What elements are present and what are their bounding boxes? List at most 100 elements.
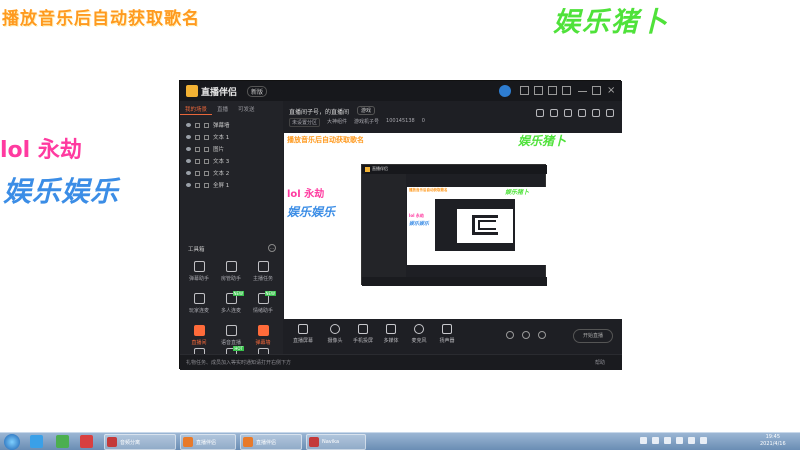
tool-label: 多人连麦 [220, 308, 241, 314]
camera-button[interactable]: 摄像头 [320, 324, 350, 344]
tool-download[interactable] [248, 346, 278, 354]
avatar[interactable] [499, 85, 511, 97]
tool-emotion[interactable]: NEW 情绪助手 [248, 291, 278, 321]
room-header: 直播间子号，的直播间 游戏 未设置分区 大神组件 游戏机子号 100145138… [284, 101, 622, 133]
maximize-icon[interactable] [592, 86, 601, 95]
preview-title-text: 播放音乐后自动获取歌名 [287, 136, 364, 144]
lock-icon[interactable] [195, 170, 200, 176]
control-label: 手机投屏 [352, 338, 373, 344]
nested-app-name: 直播伴侣 [372, 166, 388, 171]
lock-icon[interactable] [195, 182, 200, 188]
tray-icon[interactable] [640, 437, 647, 444]
eye-icon[interactable] [186, 171, 191, 175]
eye-icon[interactable] [186, 159, 191, 163]
taskbar-item[interactable]: 直播伴侣 [240, 434, 302, 450]
lock-icon[interactable] [195, 158, 200, 164]
tool-label: 房管助手 [220, 276, 241, 282]
nested-right-text: 娱乐猪卜 [505, 189, 530, 196]
tool-rank[interactable] [184, 346, 214, 354]
clock[interactable]: 19:45 2021/4/16 [760, 434, 786, 448]
system-tray [640, 437, 707, 444]
chat-icon [193, 261, 205, 272]
room-title[interactable]: 直播间子号，的直播间 [289, 107, 349, 116]
gift-icon[interactable] [564, 109, 572, 117]
taskbar-item[interactable]: 直播伴侣 [180, 434, 236, 450]
eye-icon[interactable] [186, 135, 191, 139]
tool-room-manager[interactable]: 房管助手 [216, 259, 246, 289]
bell-icon[interactable] [592, 109, 600, 117]
help-link[interactable]: 帮助 [595, 359, 605, 366]
eye-icon[interactable] [186, 123, 191, 127]
volume-icon[interactable] [700, 437, 707, 444]
record-icon[interactable] [506, 331, 514, 339]
tool-pk[interactable]: HOT [216, 346, 246, 354]
room-tag[interactable]: 游戏 [357, 106, 376, 115]
tab-sendable[interactable]: 可发送 [233, 103, 260, 115]
tab-live[interactable]: 直播 [212, 103, 233, 115]
microphone-button[interactable]: 麦克风 [404, 324, 434, 344]
ie-icon[interactable] [30, 435, 43, 448]
tool-label: 弹幕墙 [255, 340, 271, 346]
source-list: 弹幕墙 文本 1 图片 文本 3 文本 2 全屏 1 [180, 119, 283, 191]
source-row[interactable]: 文本 2 [180, 167, 283, 179]
source-label: 文本 3 [213, 159, 230, 165]
source-row[interactable]: 图片 [180, 143, 283, 155]
source-row[interactable]: 全屏 1 [180, 179, 283, 191]
play-icon [386, 324, 396, 334]
source-row[interactable]: 文本 3 [180, 155, 283, 167]
task-label: 音频分离 [120, 439, 141, 446]
component-label: 大神组件 [327, 119, 348, 125]
source-row[interactable]: 文本 1 [180, 131, 283, 143]
control-label: 多媒体 [383, 338, 399, 344]
speaker-button[interactable]: 扬声器 [432, 324, 462, 344]
tool-player-mic[interactable]: 玩家连麦 [184, 291, 214, 321]
tray-icon[interactable] [652, 437, 659, 444]
category-chip[interactable]: 未设置分区 [289, 118, 321, 127]
skin-icon[interactable] [520, 86, 529, 95]
more-icon[interactable]: … [268, 244, 276, 252]
calendar-icon[interactable] [578, 109, 586, 117]
eye-icon[interactable] [186, 147, 191, 151]
tool-danmu-helper[interactable]: 弹幕助手 [184, 259, 214, 289]
tray-icon[interactable] [664, 437, 671, 444]
gear-icon[interactable] [538, 331, 546, 339]
app-logo-icon [186, 85, 198, 97]
lock-icon[interactable] [550, 109, 558, 117]
media-button[interactable]: 多媒体 [376, 324, 406, 344]
nested-blue-text: 娱乐娱乐 [409, 221, 430, 227]
tool-tasks[interactable]: 主播任务 [248, 259, 278, 289]
lock-icon[interactable] [195, 146, 200, 152]
live-preview[interactable]: 播放音乐后自动获取歌名 娱乐猪卜 lol 永劫 娱乐娱乐 直播伴侣 播放音乐后自… [284, 133, 622, 319]
overlay-lol: lol 永劫 [0, 138, 82, 163]
tab-scenes[interactable]: 我的场景 [180, 103, 213, 115]
app-name: 直播伴侣 [201, 88, 238, 98]
image-icon [204, 122, 209, 128]
share-box-icon[interactable] [536, 109, 544, 117]
network-icon[interactable] [688, 437, 695, 444]
tray-icon[interactable] [676, 437, 683, 444]
menu-icon[interactable] [562, 86, 571, 95]
start-button[interactable] [4, 434, 20, 450]
taskbar-item[interactable]: Navika [306, 434, 366, 450]
source-row[interactable]: 弹幕墙 [180, 119, 283, 131]
share-icon[interactable] [606, 109, 614, 117]
eye-icon[interactable] [186, 183, 191, 187]
eye-icon[interactable] [522, 331, 530, 339]
sidebar: 我的场景 直播 可发送 弹幕墙 文本 1 图片 文本 3 文本 2 全屏 1 工… [180, 101, 283, 354]
settings-icon[interactable] [534, 86, 543, 95]
media-player-icon[interactable] [80, 435, 93, 448]
tool-multi-mic[interactable]: NEW 多人连麦 [216, 291, 246, 321]
lock-icon[interactable] [195, 134, 200, 140]
taskbar-item[interactable]: 音频分离 [104, 434, 176, 450]
minimize-icon[interactable] [578, 86, 587, 92]
screen-capture-button[interactable]: 直播屏幕 [288, 324, 318, 344]
sidebar-tabs: 我的场景 直播 可发送 [180, 103, 283, 115]
close-icon[interactable]: × [607, 86, 616, 96]
lock-icon[interactable] [195, 122, 200, 128]
tool-label: 弹幕助手 [188, 276, 209, 282]
phone-cast-button[interactable]: 手机投屏 [348, 324, 378, 344]
start-live-button[interactable]: 开始直播 [573, 329, 613, 343]
feedback-icon[interactable] [548, 86, 557, 95]
browser-icon[interactable] [56, 435, 69, 448]
source-label: 全屏 1 [213, 183, 230, 189]
